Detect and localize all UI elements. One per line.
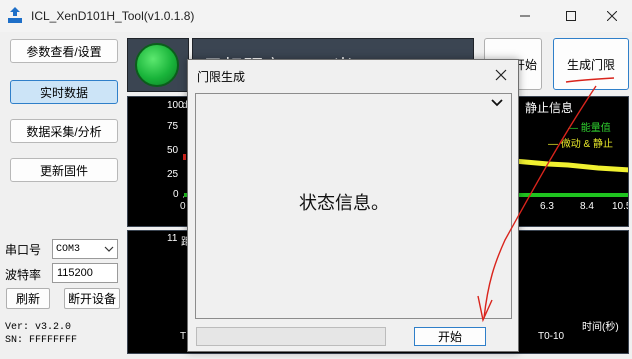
serial-port-select[interactable]: COM3 bbox=[52, 239, 118, 259]
x-label-t0-10: T0-10 bbox=[538, 331, 565, 342]
status-lamp-indicator bbox=[135, 43, 179, 87]
x-partial-label: T bbox=[180, 331, 187, 342]
update-firmware-button[interactable]: 更新固件 bbox=[10, 158, 118, 182]
chevron-down-icon bbox=[104, 246, 114, 252]
baud-rate-input[interactable]: 115200 bbox=[52, 263, 118, 283]
close-window-button[interactable] bbox=[592, 0, 632, 32]
energy-line bbox=[513, 158, 628, 173]
status-info-text: 状态信息。 bbox=[299, 193, 389, 213]
dialog-close-icon[interactable] bbox=[492, 66, 510, 84]
data-collect-button[interactable]: 数据采集/分析 bbox=[10, 119, 118, 143]
serial-port-label: 串口号 bbox=[5, 243, 42, 257]
minimize-icon bbox=[520, 15, 530, 17]
app-logo-icon bbox=[8, 7, 22, 23]
param-settings-button[interactable]: 参数查看/设置 bbox=[10, 39, 118, 63]
window-title: ICL_XenD101H_Tool(v1.0.1.8) bbox=[31, 9, 195, 23]
baud-rate-label: 波特率 bbox=[5, 268, 42, 282]
serial-port-value: COM3 bbox=[56, 243, 81, 255]
title-bar: ICL_XenD101H_Tool(v1.0.1.8) bbox=[0, 0, 632, 32]
generate-threshold-button[interactable]: 生成门限 bbox=[553, 38, 629, 90]
refresh-button[interactable]: 刷新 bbox=[6, 288, 50, 309]
version-text: Ver: v3.2.0 bbox=[5, 322, 72, 333]
chevron-down-icon[interactable] bbox=[491, 98, 503, 108]
threshold-generation-dialog: 门限生成 状态信息。 开始 bbox=[187, 59, 519, 352]
realtime-data-button[interactable]: 实时数据 bbox=[10, 80, 118, 104]
dialog-start-button[interactable]: 开始 bbox=[414, 327, 486, 346]
dialog-title: 门限生成 bbox=[197, 70, 246, 84]
minimize-button[interactable] bbox=[502, 0, 548, 32]
y-tick-top: 11 bbox=[167, 233, 178, 244]
time-axis-label: 时间(秒) bbox=[582, 322, 619, 333]
close-icon bbox=[607, 11, 617, 21]
maximize-button[interactable] bbox=[548, 0, 594, 32]
generation-progress-bar bbox=[196, 327, 386, 346]
serial-number-text: SN: FFFFFFFF bbox=[5, 335, 78, 346]
disconnect-button[interactable]: 断开设备 bbox=[64, 288, 120, 309]
red-marker bbox=[183, 154, 186, 160]
status-lamp-panel bbox=[127, 38, 189, 92]
maximize-icon bbox=[566, 11, 576, 21]
status-info-box: 状态信息。 bbox=[195, 93, 512, 319]
